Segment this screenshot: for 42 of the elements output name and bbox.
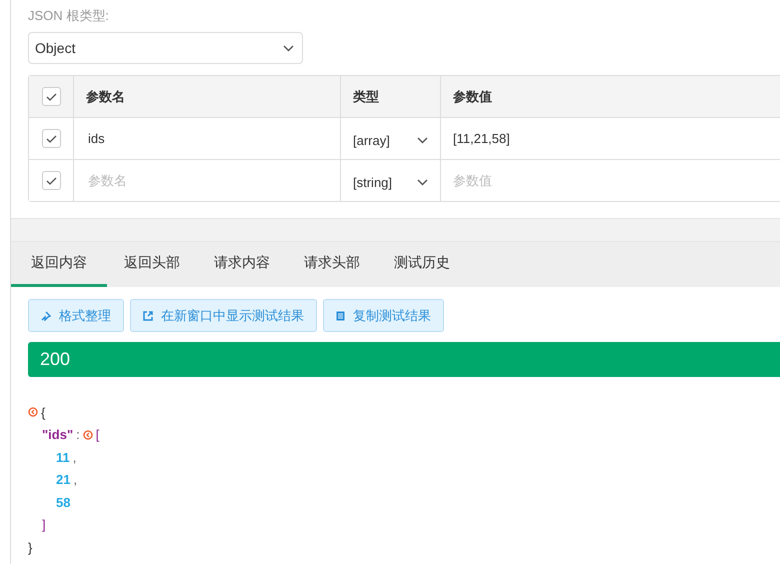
chevron-down-icon <box>283 44 294 52</box>
param-name-input[interactable]: ids <box>88 131 328 146</box>
json-bracket: { <box>41 404 46 420</box>
tab[interactable]: 测试历史 <box>377 242 467 287</box>
json-number: 58 <box>56 494 70 510</box>
checkbox[interactable] <box>42 171 60 190</box>
tab[interactable]: 返回内容 <box>11 242 107 287</box>
external-link-icon <box>143 310 153 320</box>
checkmark-icon <box>46 92 56 100</box>
json-comma: , <box>72 450 76 465</box>
checkbox[interactable] <box>42 129 60 148</box>
column-header: 参数值 <box>453 88 492 106</box>
collapse-icon[interactable] <box>82 430 93 440</box>
document-icon <box>336 310 345 320</box>
json-comma: , <box>73 472 78 488</box>
column-header: 参数名 <box>86 88 125 106</box>
checkmark-icon <box>46 134 56 142</box>
checkbox[interactable] <box>42 87 60 106</box>
tab[interactable]: 请求内容 <box>197 242 287 287</box>
type-select[interactable]: [array] <box>353 130 428 148</box>
tab[interactable]: 返回头部 <box>107 242 197 287</box>
column-header: 类型 <box>353 88 379 106</box>
param-value-input[interactable]: [11,21,58] <box>453 131 780 146</box>
chevron-down-icon <box>417 136 428 144</box>
json-bracket: } <box>28 540 32 555</box>
json-colon: : <box>76 427 80 442</box>
json-bracket: ] <box>42 517 46 532</box>
tab[interactable]: 请求头部 <box>287 242 377 287</box>
json-number: 21 <box>56 472 70 488</box>
field-label: JSON 根类型: <box>28 7 110 25</box>
param-value-input[interactable]: 参数值 <box>453 173 780 188</box>
status-code-bar: 200 <box>28 342 780 377</box>
json-number: 11 <box>56 450 70 465</box>
json-key: "ids" <box>42 427 74 442</box>
type-select[interactable]: [string] <box>353 172 428 190</box>
collapse-icon[interactable] <box>28 407 38 418</box>
param-name-input[interactable]: 参数名 <box>88 173 328 188</box>
chevron-down-icon <box>417 178 428 186</box>
json-bracket: [ <box>96 427 100 442</box>
checkmark-icon <box>46 176 56 184</box>
pin-icon <box>41 310 51 320</box>
root-type-select[interactable]: Object <box>28 32 303 64</box>
